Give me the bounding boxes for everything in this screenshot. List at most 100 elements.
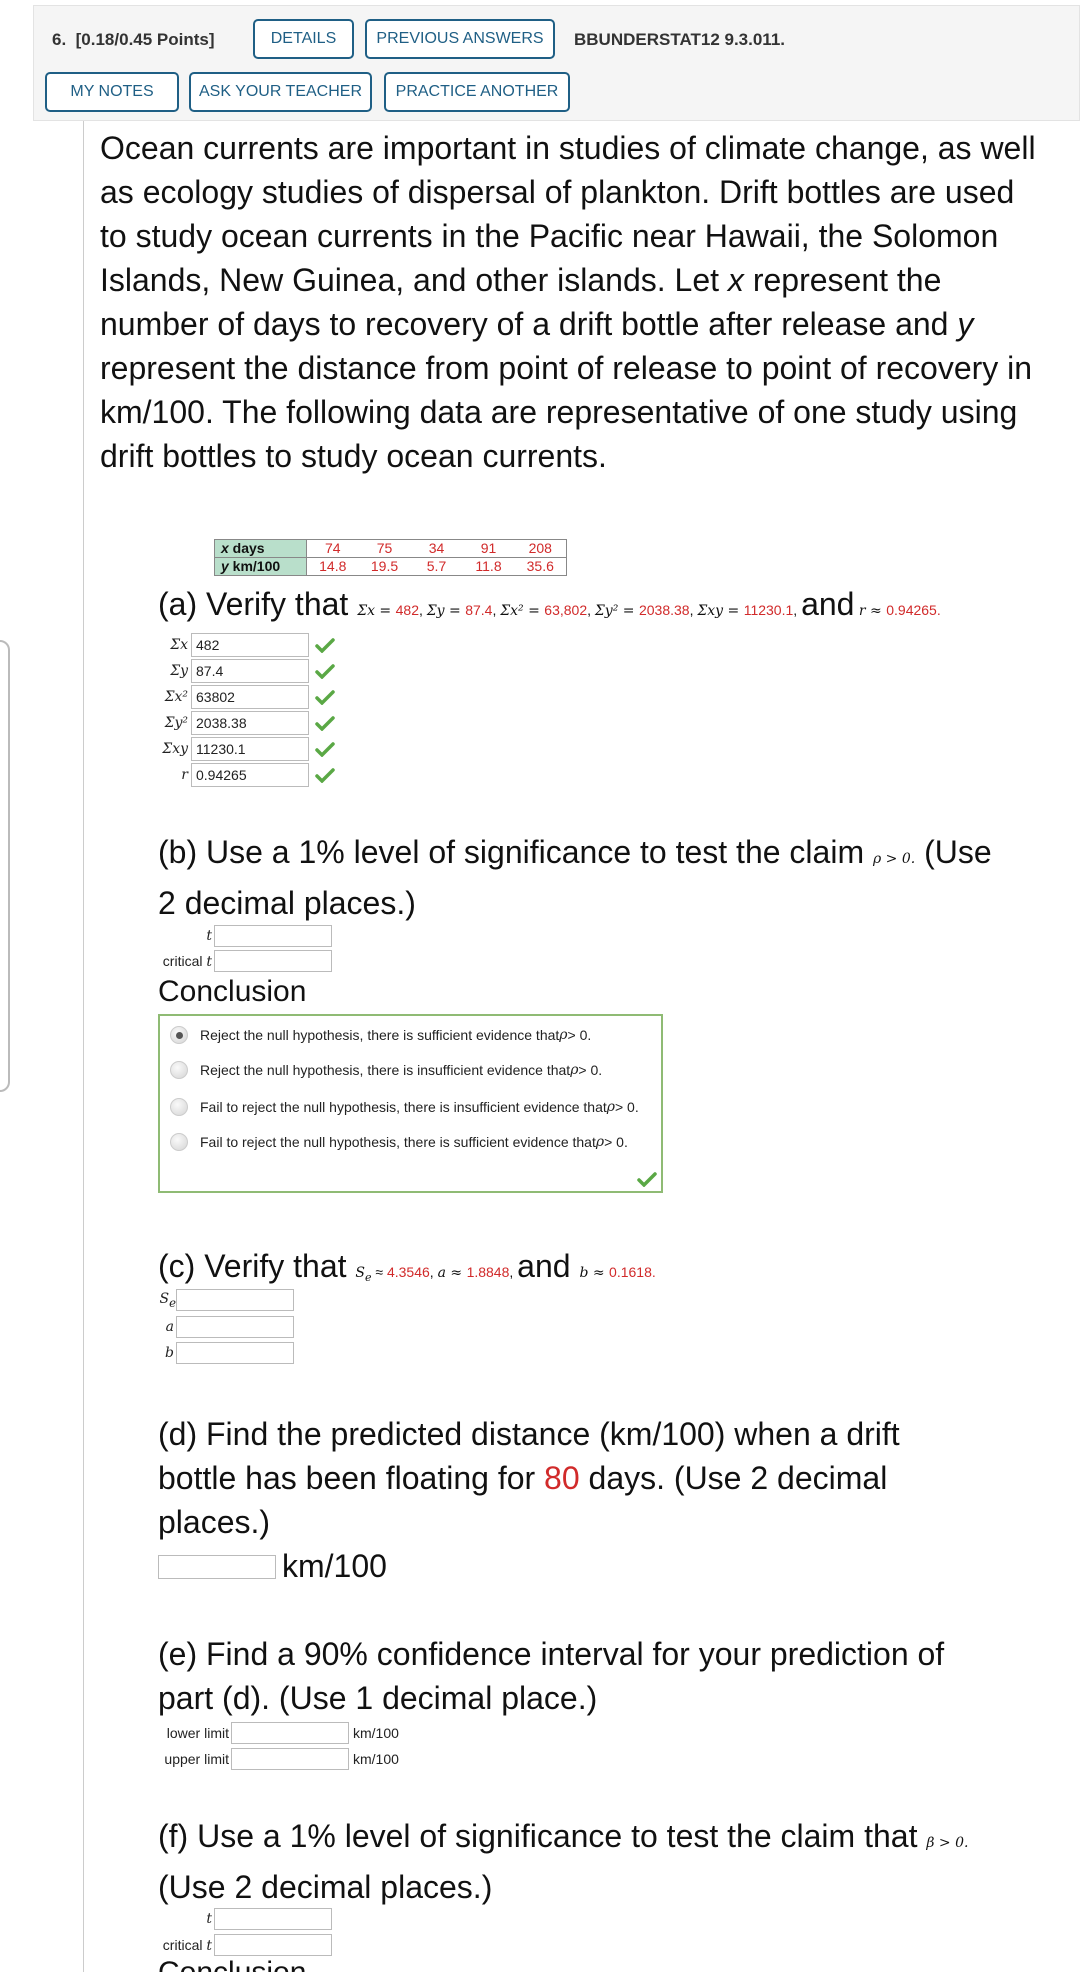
data-table: x days 74 75 34 91 208 y km/100 14.8 19.… bbox=[214, 539, 567, 576]
part-b-heading: (b) Use a 1% level of significance to te… bbox=[158, 830, 1038, 925]
check-icon bbox=[315, 716, 335, 731]
row-header-x: x days bbox=[214, 539, 307, 558]
rho-symbol: ρ bbox=[570, 1062, 579, 1078]
upper-limit-input[interactable] bbox=[231, 1748, 349, 1770]
side-panel-handle[interactable] bbox=[0, 640, 10, 1092]
conclusion-option[interactable]: Fail to reject the null hypothesis, ther… bbox=[170, 1133, 628, 1151]
t-input[interactable] bbox=[214, 925, 332, 947]
row-y-unit: km/100 bbox=[228, 558, 281, 574]
b-row: b bbox=[150, 1342, 294, 1364]
part-d-line2b: days. (Use 2 decimal bbox=[579, 1460, 888, 1496]
var-x: x bbox=[727, 262, 744, 298]
sum-xy-input[interactable]: 11230.1 bbox=[191, 737, 309, 761]
t-input[interactable] bbox=[214, 1908, 332, 1930]
sum-y2-input[interactable]: 2038.38 bbox=[191, 711, 309, 735]
claim-value: 2038.38 bbox=[638, 602, 690, 618]
a-value: 1.8848 bbox=[466, 1264, 510, 1280]
conclusion-option[interactable]: Reject the null hypothesis, there is suf… bbox=[170, 1026, 591, 1044]
lower-limit-input[interactable] bbox=[231, 1722, 349, 1744]
check-icon bbox=[315, 768, 335, 783]
conclusion-option[interactable]: Reject the null hypothesis, there is ins… bbox=[170, 1061, 602, 1079]
table-cell: 19.5 bbox=[358, 557, 411, 576]
part-f-t-row: t bbox=[150, 1908, 332, 1930]
ask-your-teacher-button[interactable]: ASK YOUR TEACHER bbox=[189, 72, 372, 112]
table-cell: 208 bbox=[514, 539, 567, 558]
part-e-line1: (e) Find a 90% confidence interval for y… bbox=[158, 1636, 945, 1672]
se-row: Se bbox=[150, 1289, 294, 1311]
part-d-line1: (d) Find the predicted distance (km/100)… bbox=[158, 1416, 900, 1452]
rho-symbol: ρ bbox=[606, 1099, 615, 1115]
part-b-critical-row: critical t bbox=[150, 950, 332, 972]
part-e-line2: part (d). (Use 1 decimal place.) bbox=[158, 1680, 598, 1716]
row-x-var: x bbox=[221, 540, 229, 556]
critical-var: t bbox=[206, 1937, 212, 1954]
part-a-heading: (a) Verify that Σx = 482, Σy = 87.4, Σx²… bbox=[158, 586, 941, 623]
claim-lhs: Σx² = bbox=[500, 603, 545, 619]
check-icon bbox=[315, 664, 335, 679]
radio-selected[interactable] bbox=[170, 1026, 188, 1044]
radio-unselected[interactable] bbox=[170, 1098, 188, 1116]
claim-value: 63,802 bbox=[544, 602, 588, 618]
part-d-line2a: bottle has been floating for bbox=[158, 1460, 545, 1496]
option-suffix: > 0. bbox=[567, 1027, 592, 1043]
r-claim-lhs: r ≈ bbox=[858, 603, 887, 619]
conclusion-option[interactable]: Fail to reject the null hypothesis, ther… bbox=[170, 1098, 639, 1116]
radio-unselected[interactable] bbox=[170, 1061, 188, 1079]
predicted-distance-input[interactable] bbox=[158, 1554, 276, 1579]
approx-sign: ≈ bbox=[371, 1264, 387, 1280]
question-points: 6. [0.18/0.45 Points] bbox=[52, 30, 215, 50]
claim-lhs: Σx = bbox=[357, 603, 396, 619]
lower-limit-row: lower limit km/100 bbox=[155, 1722, 399, 1744]
table-cell: 74 bbox=[306, 539, 359, 558]
sum-x2-label: Σx² bbox=[164, 689, 188, 705]
radio-unselected[interactable] bbox=[170, 1133, 188, 1151]
unit-label: km/100 bbox=[353, 1751, 399, 1767]
unit-label: km/100 bbox=[282, 1548, 387, 1584]
r-row: r 0.94265 bbox=[150, 763, 335, 787]
part-d-heading: (d) Find the predicted distance (km/100)… bbox=[158, 1412, 1038, 1544]
claim: Σx = 482, bbox=[357, 602, 427, 619]
part-e-heading: (e) Find a 90% confidence interval for y… bbox=[158, 1632, 1038, 1720]
sum-y-input[interactable]: 87.4 bbox=[191, 659, 309, 683]
previous-answers-button[interactable]: PREVIOUS ANSWERS bbox=[365, 19, 555, 59]
critical-t-input[interactable] bbox=[214, 1934, 332, 1956]
sum-x-input[interactable]: 482 bbox=[191, 633, 309, 657]
se-input[interactable] bbox=[176, 1289, 294, 1311]
claim: Σy = 87.4, bbox=[426, 602, 500, 619]
sum-y-row: Σy 87.4 bbox=[150, 659, 335, 683]
row-y-var: y bbox=[221, 558, 229, 574]
r-input[interactable]: 0.94265 bbox=[191, 763, 309, 787]
sum-x2-input[interactable]: 63802 bbox=[191, 685, 309, 709]
sum-x-row: Σx 482 bbox=[150, 633, 335, 657]
part-f-heading: (f) Use a 1% level of significance to te… bbox=[158, 1814, 1058, 1909]
claim-sep: , bbox=[793, 602, 802, 618]
details-button[interactable]: DETAILS bbox=[253, 19, 354, 59]
part-d-answer-row: km/100 bbox=[158, 1548, 387, 1585]
table-cell: 11.8 bbox=[462, 557, 515, 576]
table-cell: 34 bbox=[410, 539, 463, 558]
sum-y-label: Σy bbox=[170, 663, 188, 679]
t-label: t bbox=[206, 1911, 212, 1927]
se-label: Se bbox=[150, 1291, 177, 1310]
critical-t-input[interactable] bbox=[214, 950, 332, 972]
claim-lhs: Σy = bbox=[426, 603, 466, 619]
r-label: r bbox=[181, 767, 188, 783]
a-input[interactable] bbox=[176, 1316, 294, 1338]
claim-value: 482 bbox=[395, 602, 419, 618]
sum-y2-row: Σy² 2038.38 bbox=[150, 711, 335, 735]
a-symbol: a ≈ bbox=[437, 1265, 467, 1281]
table-cell: 35.6 bbox=[514, 557, 567, 576]
claim: Σy² = 2038.38, bbox=[595, 602, 697, 619]
problem-statement: Ocean currents are important in studies … bbox=[100, 126, 1040, 478]
var-y: y bbox=[957, 306, 974, 342]
b-input[interactable] bbox=[176, 1342, 294, 1364]
rho-symbol: ρ bbox=[595, 1134, 605, 1150]
part-f-critical-row: critical t bbox=[150, 1934, 332, 1956]
and-word: and bbox=[517, 1248, 571, 1284]
se-label-sub: e bbox=[169, 1295, 176, 1310]
my-notes-button[interactable]: MY NOTES bbox=[45, 72, 179, 112]
option-text: Fail to reject the null hypothesis, ther… bbox=[200, 1099, 607, 1115]
practice-another-button[interactable]: PRACTICE ANOTHER bbox=[384, 72, 570, 112]
sum-x2-row: Σx² 63802 bbox=[150, 685, 335, 709]
sum-xy-row: Σxy 11230.1 bbox=[150, 737, 335, 761]
